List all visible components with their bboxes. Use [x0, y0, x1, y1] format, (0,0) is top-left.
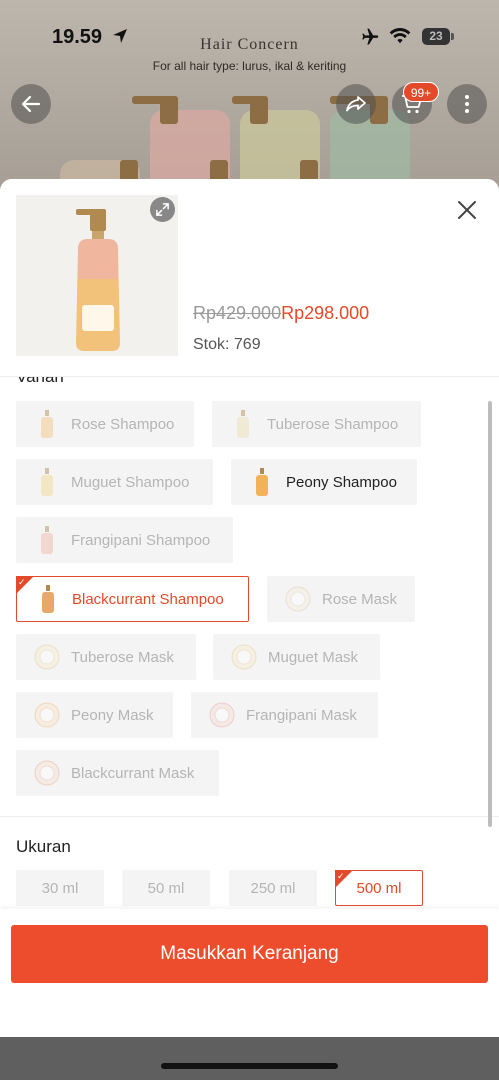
hair-mask-jar-icon — [34, 644, 60, 670]
size-label: 250 ml — [250, 879, 296, 897]
airplane-mode-icon — [362, 28, 379, 45]
variant-label: Frangipani Shampoo — [71, 531, 211, 549]
expand-image-button[interactable] — [150, 197, 175, 222]
shampoo-bottle-icon — [41, 468, 53, 496]
check-icon: ✓ — [18, 577, 26, 587]
variant-label: Peony Shampoo — [286, 473, 397, 491]
cart-count-badge: 99+ — [403, 82, 439, 102]
variant-label: Frangipani Mask — [246, 706, 357, 724]
variant-label: Muguet Mask — [268, 648, 359, 666]
size-option-selected[interactable]: ✓ 500 ml — [335, 870, 423, 906]
size-label: 50 ml — [147, 879, 185, 897]
variant-thumb — [226, 407, 260, 441]
hair-mask-jar-icon — [285, 586, 311, 612]
size-section-title: Ukuran — [16, 837, 71, 856]
shampoo-bottle-icon — [237, 410, 249, 438]
variant-thumb — [227, 640, 261, 674]
arrow-left-icon — [21, 95, 41, 113]
variant-label: Blackcurrant Shampoo — [72, 590, 224, 608]
variant-option[interactable]: Muguet Mask — [213, 634, 380, 680]
variant-label: Tuberose Mask — [71, 648, 174, 666]
size-label: 30 ml — [41, 879, 79, 897]
variant-option[interactable]: Blackcurrant Mask — [16, 750, 219, 796]
size-option[interactable]: 30 ml — [16, 870, 104, 906]
sheet-header: Rp429.000Rp298.000 Stok: 769 — [0, 179, 499, 377]
battery-tip — [451, 33, 454, 40]
variant-thumb — [30, 523, 64, 557]
home-bar-area — [0, 1037, 499, 1080]
size-option[interactable]: 50 ml — [122, 870, 210, 906]
scrollbar[interactable] — [488, 401, 492, 827]
variant-thumb — [30, 756, 64, 790]
variant-selection-sheet: Rp429.000Rp298.000 Stok: 769 Varian Rose… — [0, 179, 499, 1037]
home-indicator[interactable] — [161, 1063, 338, 1069]
variant-thumb — [205, 698, 239, 732]
pump-arm — [132, 96, 172, 104]
variant-label: Tuberose Shampoo — [267, 415, 399, 433]
wifi-icon — [389, 28, 411, 44]
stock-label: Stok: 769 — [193, 336, 261, 353]
hair-mask-jar-icon — [34, 760, 60, 786]
variant-option[interactable]: Frangipani Shampoo — [16, 517, 233, 563]
variant-option[interactable]: Peony Shampoo — [231, 459, 417, 505]
hair-mask-jar-icon — [209, 702, 235, 728]
add-to-cart-button[interactable]: Masukkan Keranjang — [11, 925, 488, 983]
location-arrow-icon — [113, 29, 127, 43]
variant-thumb — [30, 640, 64, 674]
hair-mask-jar-icon — [34, 702, 60, 728]
pump-arm — [232, 96, 262, 104]
sale-price: Rp298.000 — [281, 303, 370, 323]
size-option[interactable]: 250 ml — [229, 870, 317, 906]
variant-thumb — [30, 407, 64, 441]
variant-option[interactable]: Muguet Shampoo — [16, 459, 213, 505]
variant-option-selected[interactable]: ✓ Blackcurrant Shampoo — [16, 576, 249, 622]
shampoo-bottle-icon — [41, 410, 53, 438]
variant-option[interactable]: Frangipani Mask — [191, 692, 378, 738]
battery-level: 23 — [422, 28, 450, 45]
share-arrow-icon — [346, 96, 366, 112]
variant-label: Blackcurrant Mask — [71, 764, 195, 782]
variant-thumb — [30, 698, 64, 732]
status-bar: 19.59 23 — [0, 24, 499, 52]
variant-label: Rose Mask — [322, 590, 398, 608]
close-icon[interactable] — [456, 199, 478, 221]
section-divider — [0, 816, 499, 817]
variant-label: Rose Shampoo — [71, 415, 175, 433]
variant-label: Peony Mask — [71, 706, 154, 724]
share-button[interactable] — [336, 84, 376, 124]
back-button[interactable] — [11, 84, 51, 124]
shampoo-bottle-icon — [256, 468, 268, 496]
hair-mask-jar-icon — [231, 644, 257, 670]
variant-section-title: Varian — [16, 377, 64, 387]
variant-option[interactable]: Rose Mask — [267, 576, 415, 622]
battery-icon: 23 — [422, 28, 454, 45]
price-row: Rp429.000Rp298.000 — [193, 303, 369, 324]
variant-thumb — [245, 465, 279, 499]
status-time: 19.59 — [52, 26, 103, 48]
variant-thumb — [31, 582, 65, 616]
variant-option[interactable]: Peony Mask — [16, 692, 173, 738]
shampoo-bottle-icon — [41, 526, 53, 554]
more-vertical-icon — [465, 95, 469, 113]
expand-arrows-icon — [156, 203, 169, 216]
variant-option[interactable]: Rose Shampoo — [16, 401, 194, 447]
original-price: Rp429.000 — [193, 303, 282, 323]
size-label: 500 ml — [356, 879, 402, 897]
options-scroll-area[interactable]: Varian Rose Shampoo Tuberose Shampoo Mug… — [0, 377, 499, 917]
variant-label: Muguet Shampoo — [71, 473, 190, 491]
banner-subtitle: For all hair type: lurus, ikal & keritin… — [152, 59, 347, 73]
variant-thumb — [281, 582, 315, 616]
variant-option[interactable]: Tuberose Shampoo — [212, 401, 421, 447]
check-icon: ✓ — [337, 871, 345, 881]
shampoo-bottle-icon — [42, 585, 54, 613]
more-options-button[interactable] — [447, 84, 487, 124]
variant-option[interactable]: Tuberose Mask — [16, 634, 196, 680]
sheet-footer: Masukkan Keranjang — [0, 909, 499, 1037]
variant-thumb — [30, 465, 64, 499]
